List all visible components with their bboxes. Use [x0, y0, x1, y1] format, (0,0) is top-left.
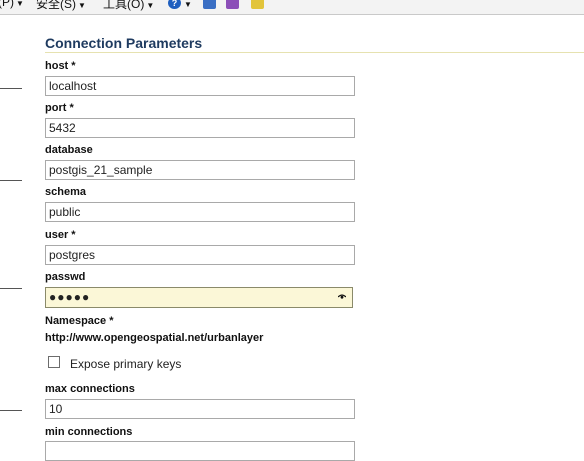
- chevron-down-icon: ▼: [16, 0, 24, 8]
- user-input[interactable]: [45, 245, 355, 265]
- max-connections-label: max connections: [45, 383, 135, 395]
- section-divider: [45, 52, 584, 53]
- port-input[interactable]: [45, 118, 355, 138]
- shield-star-icon[interactable]: [251, 0, 264, 9]
- port-label: port *: [45, 102, 74, 114]
- reveal-password-icon[interactable]: [338, 294, 346, 299]
- password-masked-value: ●●●●●: [49, 290, 91, 304]
- browser-toolbar: (P)▼ 安全(S)▼ 工具(O)▼ ? ▼: [0, 0, 584, 15]
- menu-tools[interactable]: 工具(O) ▼: [103, 0, 154, 12]
- menu-p-label: (P): [0, 0, 14, 9]
- menu-safety-label: 安全(S): [36, 0, 76, 11]
- min-connections-input[interactable]: [45, 441, 355, 461]
- expose-primary-keys-checkbox[interactable]: [48, 356, 60, 368]
- host-label: host *: [45, 60, 76, 72]
- user-label: user *: [45, 229, 76, 241]
- research-icon[interactable]: [203, 0, 216, 9]
- namespace-label: Namespace *: [45, 315, 114, 327]
- min-connections-label: min connections: [45, 426, 133, 438]
- database-input[interactable]: [45, 160, 355, 180]
- passwd-label: passwd: [45, 271, 86, 283]
- section-title: Connection Parameters: [45, 35, 203, 51]
- help-icon[interactable]: ?: [168, 0, 181, 9]
- expose-primary-keys-label[interactable]: Expose primary keys: [70, 357, 181, 371]
- menu-safety[interactable]: 安全(S) ▼: [36, 0, 86, 12]
- left-divider: [0, 288, 22, 289]
- namespace-value: http://www.opengeospatial.net/urbanlayer: [45, 332, 264, 344]
- chevron-down-icon[interactable]: ▼: [182, 0, 192, 10]
- schema-input[interactable]: [45, 202, 355, 222]
- max-connections-input[interactable]: [45, 399, 355, 419]
- database-label: database: [45, 144, 93, 156]
- schema-label: schema: [45, 186, 86, 198]
- chevron-down-icon: ▼: [78, 1, 86, 10]
- menu-tools-label: 工具(O): [103, 0, 145, 11]
- left-divider: [0, 180, 22, 181]
- messenger-icon[interactable]: [226, 0, 239, 9]
- chevron-down-icon: ▼: [146, 1, 155, 10]
- left-divider: [0, 88, 22, 89]
- host-input[interactable]: [45, 76, 355, 96]
- password-input[interactable]: ●●●●●: [45, 287, 353, 308]
- menu-p[interactable]: (P)▼: [0, 0, 24, 9]
- left-divider: [0, 410, 22, 411]
